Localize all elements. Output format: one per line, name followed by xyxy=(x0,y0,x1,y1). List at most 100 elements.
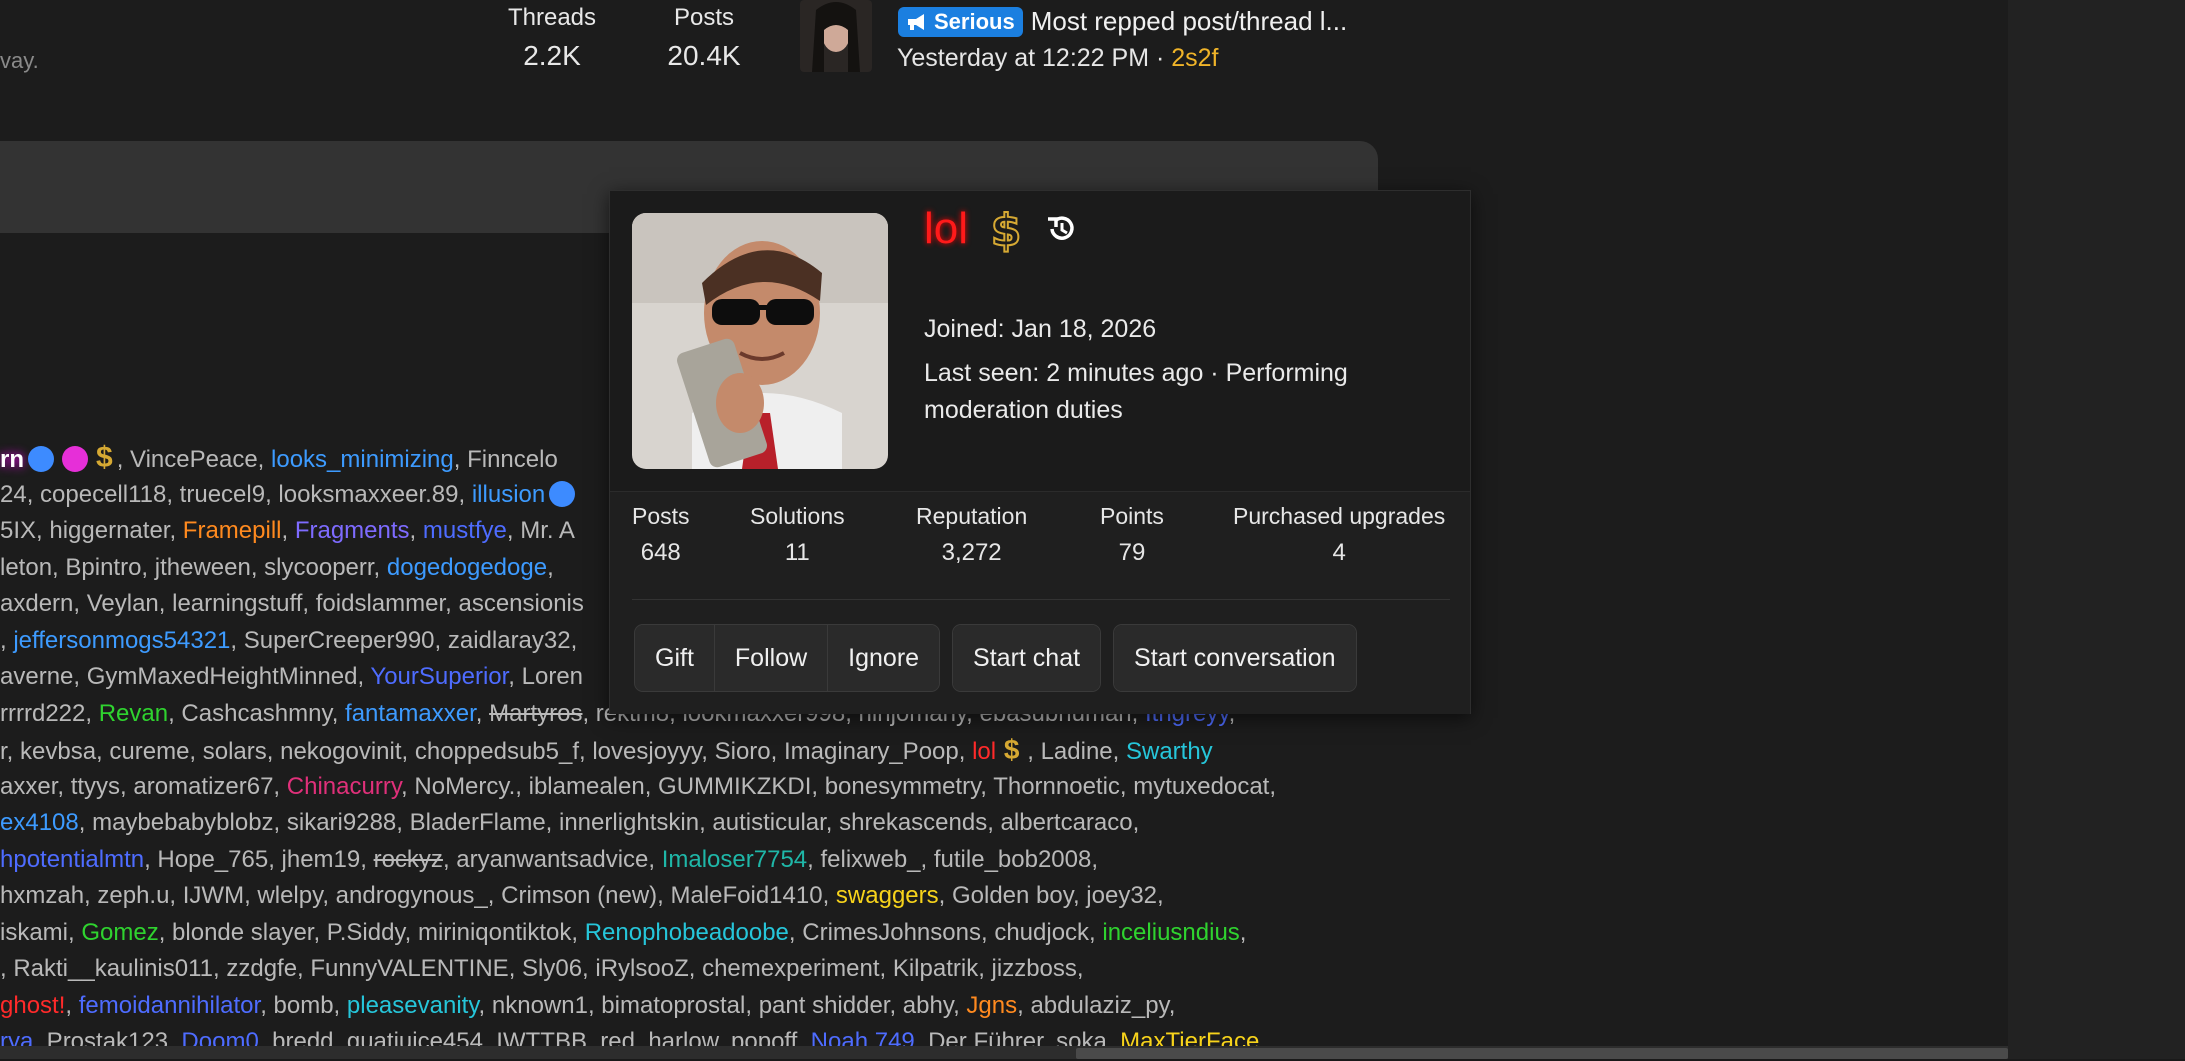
members-row: iskami, Gomez, blonde slayer, P.Siddy, m… xyxy=(0,915,1360,952)
posts-value: 20.4K xyxy=(667,40,741,71)
member-link[interactable]: YourSuperior xyxy=(370,663,508,690)
member-link[interactable]: illusion xyxy=(472,481,545,508)
profile-avatar[interactable] xyxy=(632,213,888,469)
member-link[interactable]: Revan xyxy=(99,700,168,727)
member-link[interactable]: rockyz xyxy=(374,846,443,873)
member-link[interactable]: rn xyxy=(0,446,24,473)
relationship-button-group: Gift Follow Ignore xyxy=(634,624,941,692)
dollar-icon: $ xyxy=(990,204,1023,255)
stat-reputation: Reputation 3,272 xyxy=(916,503,1027,567)
card-divider xyxy=(632,599,1450,600)
stat-posts-label: Posts xyxy=(632,503,690,529)
stat-upgrades-label: Purchased upgrades xyxy=(1233,503,1446,529)
stat-points[interactable]: Points 79 xyxy=(1100,503,1164,567)
stat-solutions: Solutions 11 xyxy=(750,503,845,567)
member-names-text: , Finncelo xyxy=(453,446,558,473)
verified-icon xyxy=(549,480,576,507)
member-names-text: , xyxy=(0,626,14,654)
serious-badge-label: Serious xyxy=(934,8,1015,34)
chat-button-group: Start chat xyxy=(952,624,1102,692)
right-gutter xyxy=(2008,0,2185,1059)
member-link[interactable]: femoidannihilator xyxy=(79,992,260,1019)
member-link[interactable]: ex4108 xyxy=(0,809,79,836)
threads-label: Threads xyxy=(507,4,597,31)
member-names-text: , bomb, xyxy=(260,991,347,1019)
members-row: axxer, ttyys, aromatizer67, Chinacurry, … xyxy=(0,769,1360,806)
stat-posts-value: 648 xyxy=(640,539,681,566)
member-link[interactable]: Renophobeadoobe xyxy=(585,919,789,946)
threads-value: 2.2K xyxy=(523,40,581,71)
member-names-text: , felixweb_, futile_bob2008, xyxy=(807,845,1099,873)
truncated-description: vay. xyxy=(0,48,39,73)
members-row: ex4108, maybebabyblobz, sikari9288, Blad… xyxy=(0,805,1360,842)
profile-username[interactable]: lol xyxy=(924,204,968,254)
history-icon[interactable] xyxy=(1044,211,1080,247)
member-names-text: , Golden boy, joey32, xyxy=(938,882,1164,909)
latest-thread-title[interactable]: Serious Most repped post/thread l... xyxy=(898,6,1347,37)
profile-username-row: lol $ xyxy=(924,203,1080,255)
member-names-text: , SuperCreeper990, zaidlaray32, xyxy=(230,626,578,654)
member-link[interactable]: pleasevanity xyxy=(347,992,479,1019)
latest-thread-meta: Yesterday at 12:22 PM · 2s2f xyxy=(897,44,1219,73)
member-link[interactable]: Imaloser7754 xyxy=(662,846,807,873)
member-link[interactable]: Fragments xyxy=(295,517,410,544)
member-link[interactable]: Martyros xyxy=(489,700,582,727)
member-link[interactable]: Jgns xyxy=(966,992,1017,1019)
conversation-button-group: Start conversation xyxy=(1113,624,1357,692)
member-link[interactable]: Chinacurry xyxy=(287,773,401,800)
horizontal-scrollbar-thumb[interactable] xyxy=(1076,1048,2008,1059)
member-names-text: 5IX, higgernater, xyxy=(0,517,183,544)
members-row: hxmzah, zeph.u, IJWM, wlelpy, androgynou… xyxy=(0,878,1360,915)
stat-solutions-label: Solutions xyxy=(750,503,845,529)
stat-posts[interactable]: Posts 648 xyxy=(632,503,690,567)
stat-solutions-value: 11 xyxy=(784,539,810,566)
member-names-text: , xyxy=(409,517,423,544)
svg-text:$: $ xyxy=(991,205,1022,255)
start-chat-button[interactable]: Start chat xyxy=(953,625,1101,691)
member-link[interactable]: looks_minimizing xyxy=(271,446,454,473)
member-link[interactable]: Framepill xyxy=(183,517,282,544)
member-link[interactable]: lol xyxy=(972,738,996,765)
member-link[interactable]: swaggers xyxy=(836,882,939,909)
verified-icon xyxy=(28,446,54,472)
member-link[interactable]: hpotentialmtn xyxy=(0,846,144,873)
member-link[interactable]: fantamaxxer xyxy=(345,700,476,727)
stat-reputation-label: Reputation xyxy=(916,503,1028,529)
member-names-text: , Cashcashmny, xyxy=(168,699,346,727)
member-names-text: , CrimesJohnsons, chudjock, xyxy=(788,918,1103,946)
member-names-text: , Mr. A xyxy=(506,517,575,544)
stat-points-label: Points xyxy=(1100,503,1164,529)
member-names-text: leton, Bpintro, jtheween, slycooperr, xyxy=(0,553,387,581)
member-link[interactable]: dogedogedoge xyxy=(387,554,547,581)
member-link[interactable]: jeffersonmogs54321 xyxy=(13,627,230,654)
latest-user-link[interactable]: 2s2f xyxy=(1171,44,1218,72)
ignore-button[interactable]: Ignore xyxy=(828,625,940,691)
members-row: hpotentialmtn, Hope_765, jhem19, rockyz,… xyxy=(0,842,1360,879)
latest-poster-avatar[interactable] xyxy=(800,0,872,72)
members-row: , Rakti__kaulinis011, zzdgfe, FunnyVALEN… xyxy=(0,951,1360,988)
member-link[interactable]: inceliusndius xyxy=(1102,919,1239,946)
members-row: r, kevbsa, cureme, solars, nekogovinit, … xyxy=(0,732,1360,769)
member-names-text: , aryanwantsadvice, xyxy=(442,845,662,873)
posts-stat: Posts 20.4K xyxy=(654,4,754,72)
member-names-text: r, kevbsa, cureme, solars, nekogovinit, … xyxy=(0,738,973,765)
stat-upgrades-value: 4 xyxy=(1332,539,1346,566)
member-names-text: , xyxy=(281,517,295,544)
dollar-icon: $ xyxy=(996,734,1028,765)
member-names-text: , Hope_765, jhem19, xyxy=(144,845,374,873)
posts-label: Posts xyxy=(673,4,735,31)
member-names-text: axxer, ttyys, aromatizer67, xyxy=(0,772,287,800)
stat-purchased-upgrades: Purchased upgrades 4 xyxy=(1233,503,1445,567)
member-names-text: , xyxy=(1239,918,1247,946)
member-link[interactable]: mustfye xyxy=(423,517,507,544)
gift-button[interactable]: Gift xyxy=(635,625,715,691)
member-link[interactable]: Gomez xyxy=(81,919,158,946)
latest-time: Yesterday at 12:22 PM · xyxy=(897,44,1172,72)
member-names-text: , Loren xyxy=(508,663,584,690)
member-link[interactable]: Swarthy xyxy=(1126,738,1213,765)
follow-button[interactable]: Follow xyxy=(714,625,829,691)
member-link[interactable]: ghost! xyxy=(0,992,65,1019)
member-names-text: averne, GymMaxedHeightMinned, xyxy=(0,663,371,690)
serious-badge: Serious xyxy=(898,6,1023,37)
start-conversation-button[interactable]: Start conversation xyxy=(1114,625,1356,691)
